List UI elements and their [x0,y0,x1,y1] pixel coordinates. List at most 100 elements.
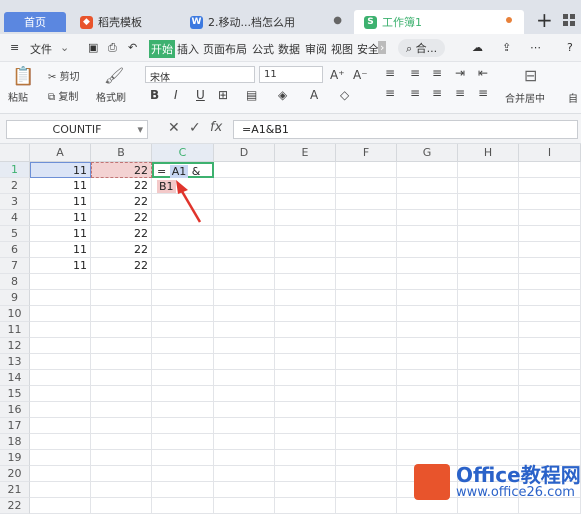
grid-cell[interactable] [397,306,458,322]
tab-templates[interactable]: ◆ 稻壳模板 [70,10,175,34]
undo-icon[interactable]: ↶ [128,41,137,54]
grid-cell[interactable] [458,162,519,178]
chevron-down-icon[interactable]: ⌄ [60,41,69,54]
font-size-select[interactable]: 11 [259,66,323,83]
grid-cell[interactable] [152,370,214,386]
grid-cell[interactable] [519,418,581,434]
bold-icon[interactable]: B [150,88,159,102]
more-icon[interactable]: ⋯ [530,41,541,54]
grid-cell[interactable] [214,370,275,386]
grid-cell[interactable] [91,434,152,450]
grid-cell[interactable] [275,322,336,338]
menu-page-layout[interactable]: 页面布局 [203,41,247,57]
grid-cell[interactable] [397,386,458,402]
grid-cell[interactable] [30,290,91,306]
indent-icon[interactable]: ⇥ [455,66,465,80]
grid-cell[interactable] [275,338,336,354]
row-header[interactable]: 16 [0,402,30,418]
grid-cell[interactable] [336,450,397,466]
grid-cell[interactable] [336,194,397,210]
grid-cell[interactable] [30,274,91,290]
grid-cell[interactable] [91,450,152,466]
menu-file[interactable]: 文件 [30,41,52,57]
cell-b4[interactable]: 22 [91,210,152,226]
row-header[interactable]: 11 [0,322,30,338]
cloud-icon[interactable]: ☁ [472,41,483,54]
grid-cell[interactable] [519,386,581,402]
align-top-icon[interactable]: ≡ [385,66,395,80]
row-header[interactable]: 8 [0,274,30,290]
grid-cell[interactable] [336,274,397,290]
grid-cell[interactable] [336,290,397,306]
cell-b1[interactable]: 22 [91,162,152,178]
row-header[interactable]: 17 [0,418,30,434]
grid-cell[interactable] [214,450,275,466]
grid-cell[interactable] [275,450,336,466]
grid-cell[interactable] [519,226,581,242]
row-header[interactable]: 20 [0,466,30,482]
grid-cell[interactable] [397,258,458,274]
grid-cell[interactable] [458,370,519,386]
grid-cell[interactable] [152,226,214,242]
row-header[interactable]: 2 [0,178,30,194]
cell-c1-editing[interactable]: = A1 & B1 [152,162,214,193]
grid-cell[interactable] [458,274,519,290]
grid-cell[interactable] [30,306,91,322]
grid-cell[interactable] [30,370,91,386]
grid-cell[interactable] [152,386,214,402]
grid-cell[interactable] [152,306,214,322]
grid-cell[interactable] [275,434,336,450]
grid-cell[interactable] [519,498,581,514]
menu-view[interactable]: 视图 [331,41,353,57]
grid-cell[interactable] [152,274,214,290]
search-box[interactable]: ⌕ 合... [398,39,446,57]
grid-cell[interactable] [519,274,581,290]
grid-cell[interactable] [336,322,397,338]
grid-cell[interactable] [91,482,152,498]
grid-cell[interactable] [336,162,397,178]
grid-cell[interactable] [458,242,519,258]
font-color-icon[interactable]: A [310,88,318,102]
grid-cell[interactable] [458,290,519,306]
grid-cell[interactable] [91,354,152,370]
grid-cell[interactable] [275,194,336,210]
grid-cell[interactable] [275,466,336,482]
row-header[interactable]: 19 [0,450,30,466]
save-icon[interactable]: ▣ [88,41,98,54]
row-header[interactable]: 9 [0,290,30,306]
grid-cell[interactable] [214,418,275,434]
grid-cell[interactable] [152,434,214,450]
grid-cell[interactable] [336,178,397,194]
grid-cell[interactable] [275,402,336,418]
cell-a2[interactable]: 11 [30,178,91,194]
grid-cell[interactable] [519,290,581,306]
grid-cell[interactable] [336,402,397,418]
grid-cell[interactable] [336,354,397,370]
grid-cell[interactable] [91,338,152,354]
menu-data[interactable]: 数据 [278,41,300,57]
distribute-icon[interactable]: ≡ [478,86,488,100]
grid-cell[interactable] [336,434,397,450]
menu-formulas[interactable]: 公式 [252,41,274,57]
column-header[interactable]: G [397,144,458,162]
column-header[interactable]: E [275,144,336,162]
new-tab-button[interactable]: + [536,10,553,30]
grid-cell[interactable] [275,418,336,434]
highlight-icon[interactable]: ◈ [278,88,287,102]
merge-center-button[interactable]: 合并居中 [505,90,545,105]
row-header[interactable]: 4 [0,210,30,226]
grid-cell[interactable] [275,306,336,322]
grid-cell[interactable] [91,498,152,514]
grid-cell[interactable] [336,338,397,354]
grid-cell[interactable] [458,226,519,242]
select-all-corner[interactable] [0,144,30,162]
grid-cell[interactable] [397,418,458,434]
grid-cell[interactable] [152,482,214,498]
grid-cell[interactable] [458,498,519,514]
print-icon[interactable]: ⎙ [108,41,117,55]
grid-cell[interactable] [214,242,275,258]
row-header[interactable]: 6 [0,242,30,258]
grid-cell[interactable] [152,290,214,306]
grid-cell[interactable] [336,482,397,498]
grid-cell[interactable] [275,370,336,386]
